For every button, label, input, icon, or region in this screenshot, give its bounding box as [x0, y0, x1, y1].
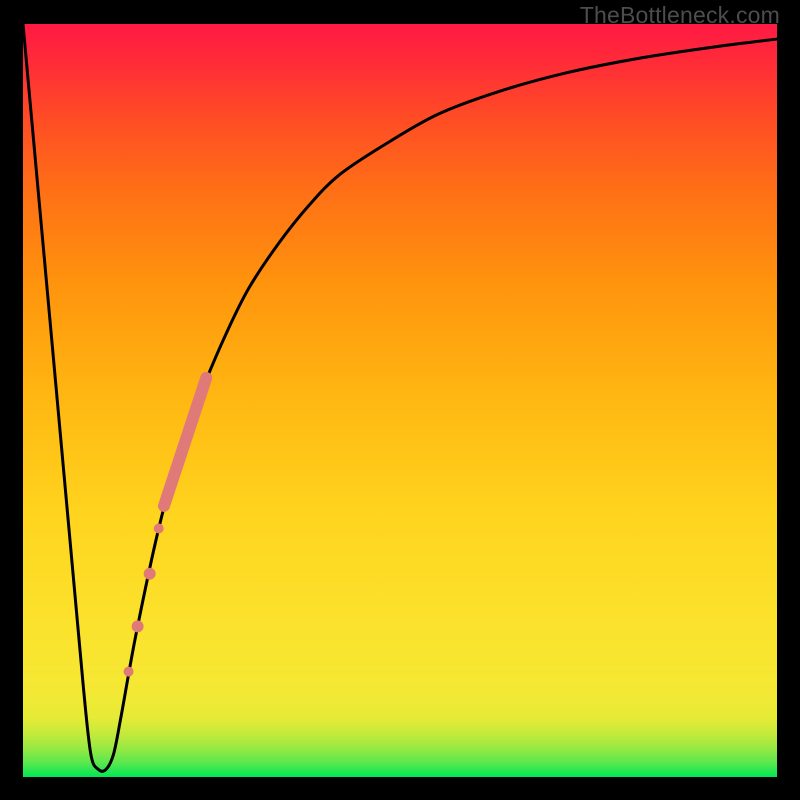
highlight-marker	[144, 568, 156, 580]
highlight-marker	[124, 667, 134, 677]
highlight-segment-layer	[164, 378, 206, 506]
highlight-segment	[164, 378, 206, 506]
chart-frame: TheBottleneck.com	[0, 0, 800, 800]
bottleneck-curve	[23, 24, 777, 771]
curve-layer	[23, 24, 777, 771]
highlight-marker	[154, 524, 164, 534]
highlight-marker	[132, 620, 144, 632]
chart-svg	[0, 0, 800, 800]
